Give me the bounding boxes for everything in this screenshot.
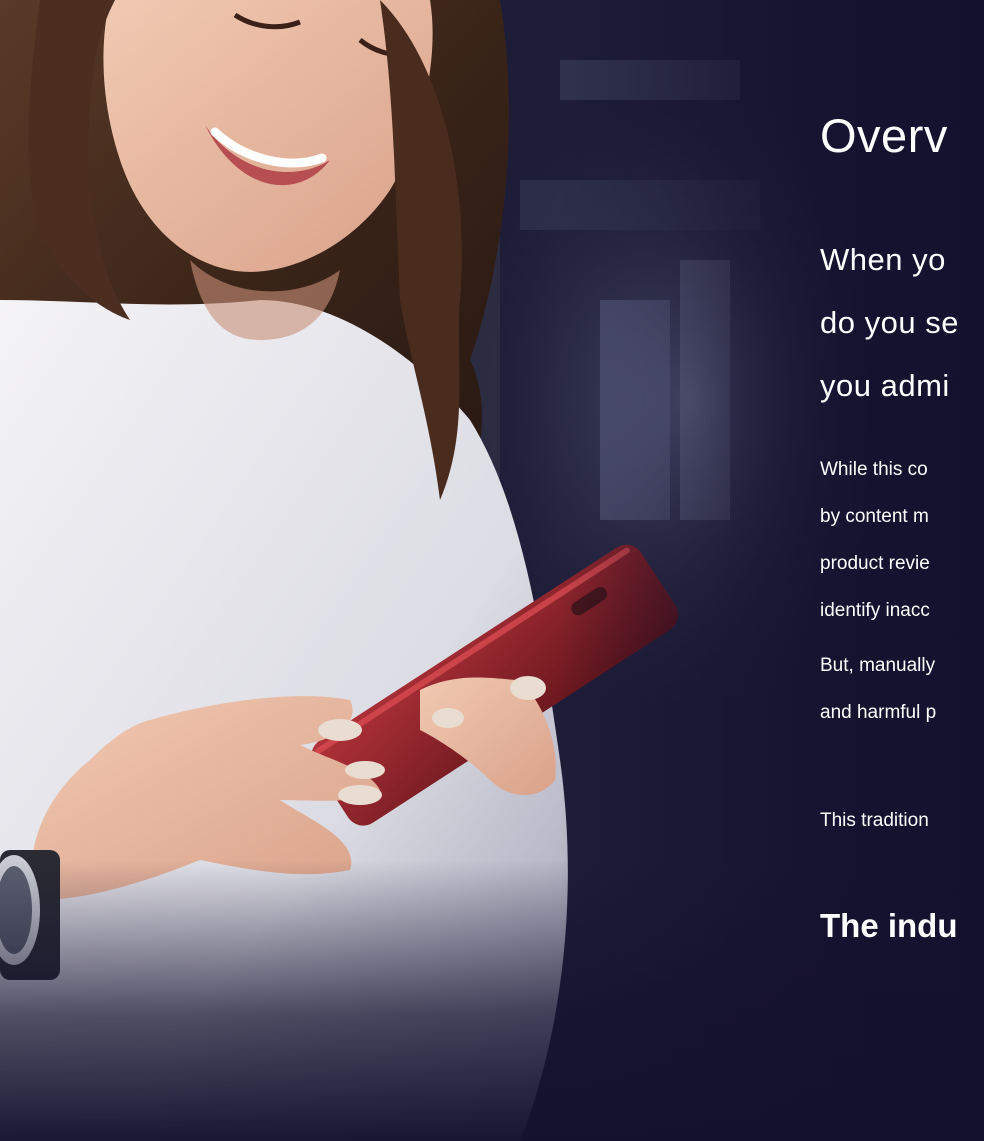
overview-paragraph-1: While this co by content m product revie… [820, 446, 930, 634]
paragraph-line: But, manually [820, 655, 936, 676]
overview-paragraph-2: But, manually and harmful p [820, 642, 936, 736]
page: Overv When yo do you se you admi While t… [0, 0, 984, 1141]
paragraph-line: This tradition [820, 810, 929, 831]
paragraph-line: product revie [820, 553, 930, 574]
lead-line: When yo [820, 242, 946, 277]
paragraph-line: identify inacc [820, 600, 930, 621]
overview-paragraph-3: This tradition [820, 797, 929, 844]
paragraph-line: by content m [820, 506, 929, 527]
industry-subheading: The indu [820, 907, 958, 944]
paragraph-line: and harmful p [820, 702, 937, 723]
lead-line: you admi [820, 368, 950, 403]
lead-line: do you se [820, 305, 959, 340]
overview-heading: Overv [820, 109, 948, 162]
photo-fade-bottom [0, 860, 984, 1141]
overview-lead: When yo do you se you admi [820, 228, 959, 417]
paragraph-line: While this co [820, 459, 928, 480]
